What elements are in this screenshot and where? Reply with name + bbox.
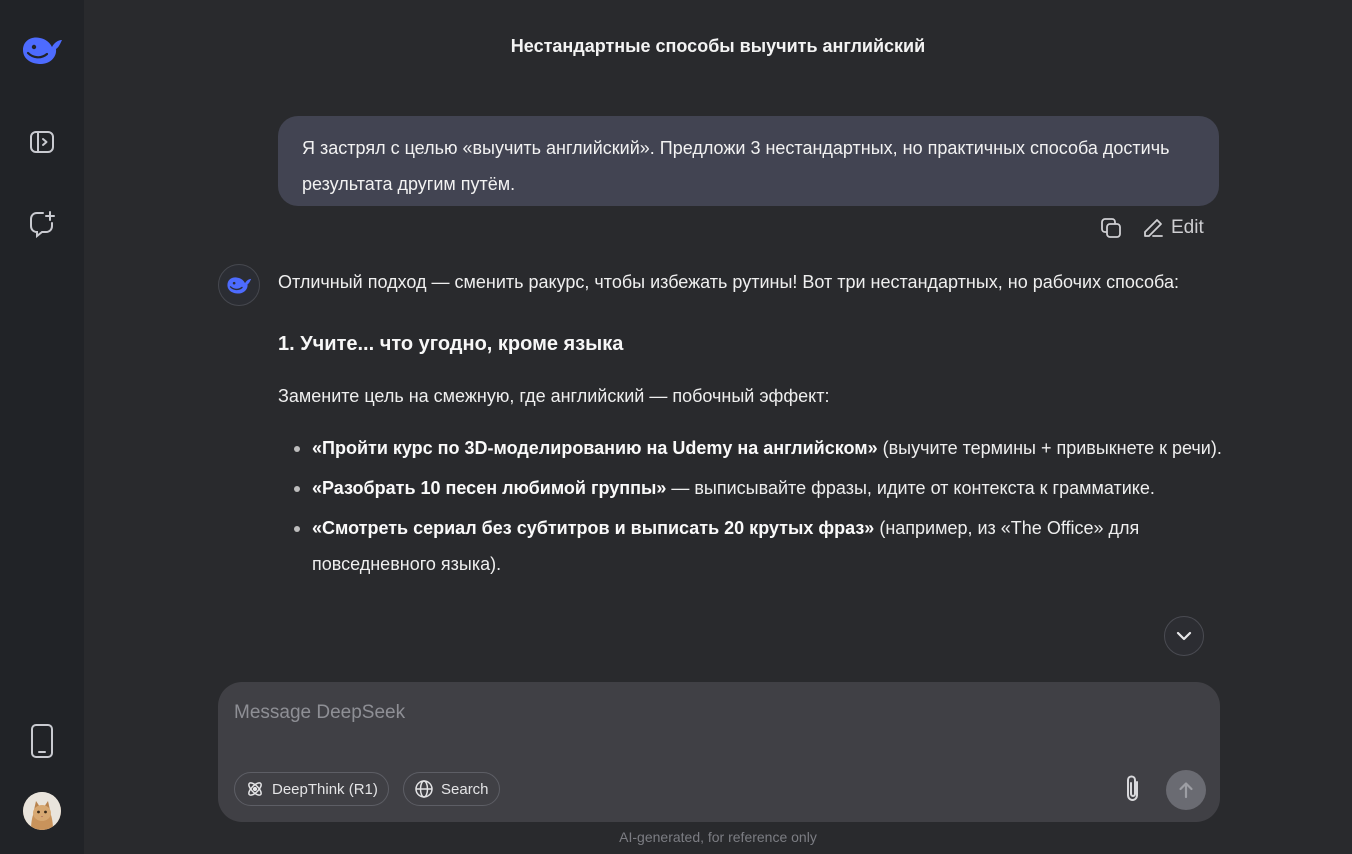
edit-button[interactable]: Edit <box>1141 216 1204 240</box>
assistant-avatar <box>218 264 260 306</box>
copy-button[interactable] <box>1099 216 1123 240</box>
atom-icon <box>248 782 262 796</box>
copy-icon <box>1101 218 1121 238</box>
app-window: Нестандартные способы выучить английский… <box>0 0 1352 854</box>
user-avatar[interactable] <box>0 790 84 832</box>
bullet-text: (выучите термины + привыкнете к речи). <box>877 438 1222 458</box>
deepseek-whale-icon <box>227 277 252 294</box>
answer-intro: Отличный подход — сменить ракурс, чтобы … <box>278 272 1179 292</box>
arrow-up-icon <box>1179 782 1193 799</box>
message-actions: Edit <box>1099 214 1204 242</box>
scroll-to-bottom-button[interactable] <box>1164 616 1204 656</box>
pencil-icon <box>1144 219 1163 237</box>
message-input[interactable] <box>234 696 1094 730</box>
deepthink-toggle[interactable]: DeepThink (R1) <box>234 772 389 806</box>
answer-bullet-list: «Пройти курс по 3D-моделированию на Udem… <box>278 430 1228 582</box>
assistant-message: Отличный подход — сменить ракурс, чтобы … <box>278 264 1228 678</box>
sidebar-toggle-icon[interactable] <box>0 122 84 162</box>
bullet-text: — выписывайте фразы, идите от контекста … <box>666 478 1155 498</box>
search-label: Search <box>441 780 489 798</box>
list-item: «Пройти курс по 3D-моделированию на Udem… <box>278 430 1228 466</box>
sidebar <box>0 0 84 854</box>
bullet-bold: «Пройти курс по 3D-моделированию на Udem… <box>312 438 878 458</box>
attach-button[interactable] <box>1118 774 1148 804</box>
new-chat-icon[interactable] <box>0 204 84 244</box>
list-item: «Разобрать 10 песен любимой группы» — вы… <box>278 470 1228 506</box>
bullet-bold: «Смотреть сериал без субтитров и выписат… <box>312 518 875 538</box>
answer-heading: 1. Учите... что угодно, кроме языка <box>278 333 624 355</box>
chevron-down-icon <box>1176 631 1192 641</box>
edit-label: Edit <box>1171 217 1204 238</box>
user-message-bubble: Я застрял с целью «выучить английский». … <box>278 116 1219 206</box>
bullet-bold: «Разобрать 10 песен любимой группы» <box>312 478 667 498</box>
disclaimer-text: AI-generated, for reference only <box>619 829 817 845</box>
globe-icon <box>415 780 433 798</box>
message-composer: DeepThink (R1) Search <box>218 682 1220 822</box>
paperclip-icon <box>1127 775 1138 802</box>
deepthink-label: DeepThink (R1) <box>272 780 378 798</box>
mobile-app-icon[interactable] <box>0 720 84 762</box>
send-button[interactable] <box>1166 770 1206 810</box>
chat-area: Я застрял с целью «выучить английский». … <box>84 0 1352 854</box>
cat-avatar-icon <box>23 792 61 830</box>
deepseek-logo-icon[interactable] <box>0 28 84 72</box>
answer-paragraph: Замените цель на смежную, где английский… <box>278 386 830 406</box>
search-toggle[interactable]: Search <box>403 772 500 806</box>
list-item: «Смотреть сериал без субтитров и выписат… <box>278 510 1228 582</box>
